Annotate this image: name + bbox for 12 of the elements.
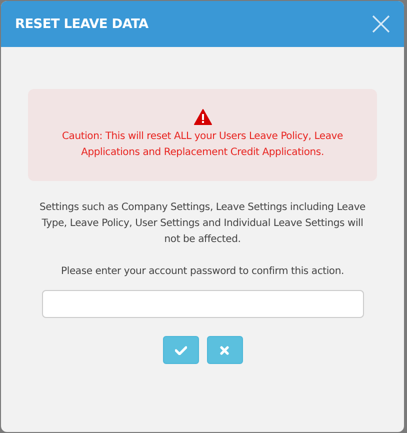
close-icon	[220, 346, 229, 354]
confirm-button[interactable]	[162, 336, 198, 364]
close-icon	[372, 15, 390, 33]
prompt-text: Please enter your account password to confirm this action.	[61, 265, 344, 279]
cancel-button[interactable]	[206, 336, 242, 364]
info-text: Settings such as Company Settings, Leave Settings including Leave Type, Leave Policy, User Settings and Individual Leave Settings will not be affected.	[38, 201, 366, 247]
password-field[interactable]	[42, 290, 364, 318]
dialog-title: RESET LEAVE DATA	[15, 16, 148, 32]
caution-text: Caution: This will reset ALL your Users Leave Policy, Leave Applications and Replacement Credit Applications.	[61, 130, 344, 160]
warning-icon	[194, 109, 212, 125]
close-button[interactable]	[372, 15, 390, 33]
checkmark-icon	[174, 346, 186, 354]
